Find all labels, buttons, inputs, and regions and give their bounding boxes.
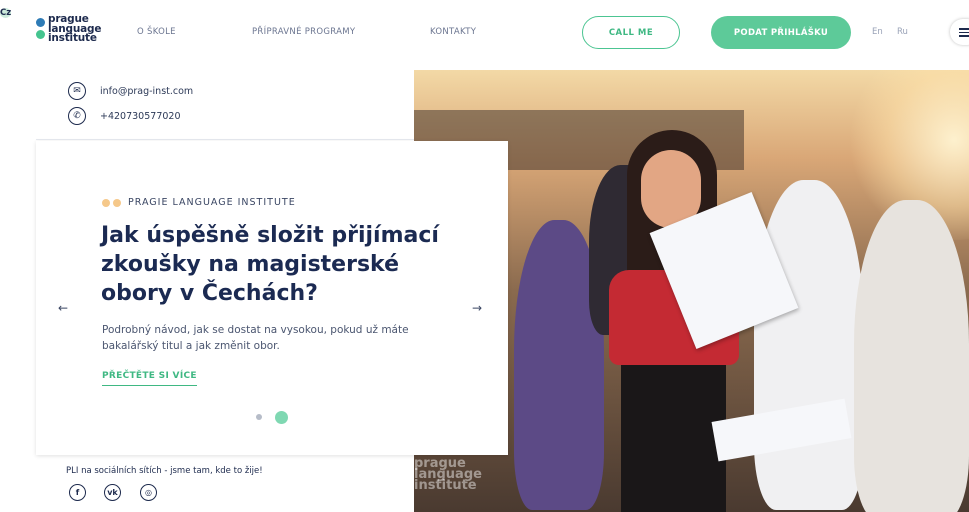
slide-description: Podrobný návod, jak se dostat na vysokou… [102,324,409,352]
photo-pants [621,365,726,512]
watermark-line: institute [414,478,477,493]
slide-eyebrow: PRAGIE LANGUAGE INSTITUTE [102,192,296,211]
read-more-link[interactable]: PŘEČTĚTE SI VÍCE [102,371,197,386]
prev-slide-arrow-icon[interactable]: ← [58,301,68,315]
nav-item-o-skole[interactable]: O ŠKOLE [137,27,176,37]
phone-icon: ✆ [68,107,86,125]
email-icon: ✉ [68,82,86,100]
next-slide-arrow-icon[interactable]: → [472,301,482,315]
contact-phone-text: +420730577020 [100,111,181,122]
instagram-icon[interactable]: ◎ [140,484,157,501]
language-en[interactable]: En [872,27,883,37]
hamburger-icon-bar [959,35,969,37]
facebook-icon[interactable]: f [69,484,86,501]
nav-item-pripravne-programy[interactable]: PŘÍPRAVNÉ PROGRAMY [252,27,355,37]
logo-dot-blue [36,18,45,27]
hamburger-icon-bar [959,31,969,33]
vk-icon[interactable]: vk [104,484,121,501]
slide-title: Jak úspěšně složit přijímací zkoušky na … [101,223,439,306]
social-caption: PLI na sociálních sítích - jsme tam, kde… [66,466,263,476]
contact-email-text: info@prag-inst.com [100,86,194,97]
eyebrow-dot [102,198,110,207]
eyebrow-dot [113,198,121,207]
hamburger-icon [959,28,969,30]
site-header: prague language institute O ŠKOLE PŘÍPRA… [0,0,969,66]
photo-person [754,180,864,510]
site-logo[interactable]: prague language institute [36,14,106,46]
nav-item-kontakty[interactable]: KONTAKTY [430,27,476,37]
call-me-button[interactable]: CALL ME [582,16,680,49]
divider [36,139,414,140]
apply-button[interactable]: PODAT PŘIHLÁŠKU [711,16,851,49]
eyebrow-text: PRAGIE LANGUAGE INSTITUTE [128,197,296,208]
hero-slide-card: PRAGIE LANGUAGE INSTITUTE Jak úspěšně sl… [36,141,508,455]
pagination-dot-active[interactable] [275,411,288,424]
hamburger-menu-button[interactable] [950,19,969,45]
photo-person [854,200,969,512]
logo-text-line: institute [48,32,97,44]
pagination-dot[interactable] [256,414,262,420]
photo-watermark: prague language institute [414,457,482,493]
logo-dot-green [36,30,45,39]
language-ru[interactable]: Ru [897,27,908,37]
language-cz[interactable]: Cz [0,8,12,18]
